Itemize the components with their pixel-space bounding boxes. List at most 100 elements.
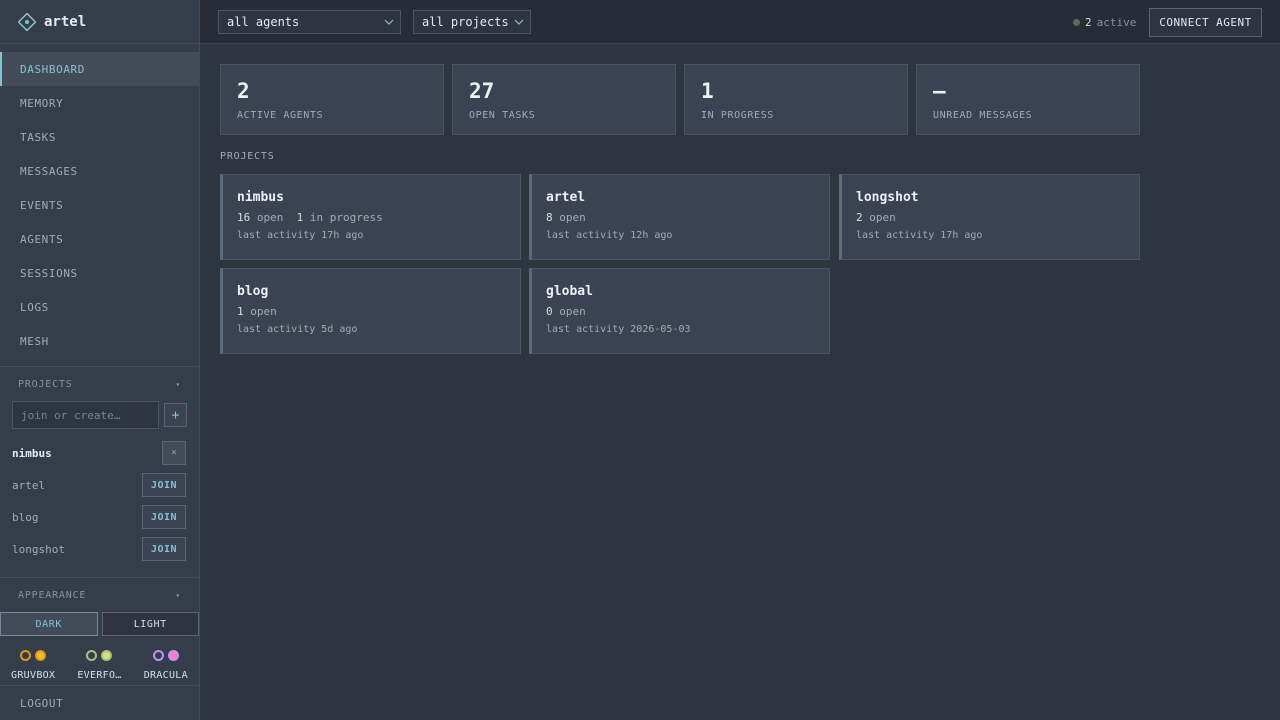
stat-card-open-tasks: 27 OPEN TASKS — [452, 64, 676, 135]
theme-everforest[interactable]: EVERFO… — [69, 650, 129, 681]
swatch-dot — [167, 650, 179, 661]
project-filter-select[interactable]: all projects — [413, 10, 531, 34]
project-card-activity: last activity 17h ago — [237, 230, 364, 241]
stat-label: IN PROGRESS — [701, 110, 774, 121]
project-card-activity: last activity 2026-05-03 — [546, 324, 691, 335]
project-join-input[interactable] — [12, 401, 159, 429]
chevron-down-icon — [514, 19, 524, 25]
appearance-section: APPEARANCE ▾ DARK LIGHT GRUVBOX EVERFO… — [0, 577, 199, 681]
open-count: 16 — [237, 211, 251, 224]
light-mode-button[interactable]: LIGHT — [101, 612, 199, 636]
open-label: open — [256, 211, 284, 224]
project-card-counts: 8 open — [546, 211, 829, 224]
project-card-name: longshot — [856, 190, 919, 205]
theme-dracula[interactable]: DRACULA — [136, 650, 196, 681]
swatch-dot — [20, 650, 32, 661]
swatch-dot — [86, 650, 98, 661]
theme-label: EVERFO… — [77, 670, 122, 681]
theme-label: DRACULA — [143, 670, 188, 681]
appearance-section-header[interactable]: APPEARANCE ▾ — [0, 578, 199, 612]
theme-list: GRUVBOX EVERFO… DRACULA — [0, 636, 199, 681]
mode-toggle: DARK LIGHT — [0, 612, 199, 636]
logout-button[interactable]: LOGOUT — [0, 685, 199, 720]
connect-agent-button[interactable]: CONNECT AGENT — [1149, 8, 1262, 37]
stat-label: UNREAD MESSAGES — [933, 110, 1033, 121]
project-card-name: artel — [546, 190, 586, 205]
active-agents-indicator: 2 active — [1073, 0, 1136, 44]
nav-item-logs[interactable]: LOGS — [0, 290, 199, 324]
project-card-activity: last activity 17h ago — [856, 230, 983, 241]
stat-label: OPEN TASKS — [469, 110, 536, 121]
nav-item-mesh[interactable]: MESH — [0, 324, 199, 358]
project-card-longshot[interactable]: longshot 2 open last activity 17h ago — [839, 174, 1140, 260]
project-card-nimbus[interactable]: nimbus 16 open 1 in progress last activi… — [220, 174, 521, 260]
project-name: artel — [12, 478, 46, 492]
stat-card-unread-messages: — UNREAD MESSAGES — [916, 64, 1140, 135]
stat-value: 27 — [469, 79, 495, 103]
status-dot-icon — [1073, 18, 1080, 26]
projects-section-title: PROJECTS — [18, 378, 73, 390]
main-nav: DASHBOARD MEMORY TASKS MESSAGES EVENTS A… — [0, 44, 199, 358]
swatch-dot — [35, 650, 47, 661]
project-card-counts: 16 open 1 in progress — [237, 211, 520, 224]
leave-project-button[interactable]: × — [162, 441, 186, 465]
topbar: all agents all projects 2 active CONNECT… — [200, 0, 1280, 44]
open-label: open — [250, 305, 277, 318]
projects-section-header[interactable]: PROJECTS ▾ — [0, 367, 199, 401]
project-card-artel[interactable]: artel 8 open last activity 12h ago — [529, 174, 830, 260]
projects-heading: PROJECTS — [220, 151, 275, 162]
project-card-blog[interactable]: blog 1 open last activity 5d ago — [220, 268, 521, 354]
project-card-name: blog — [237, 284, 269, 299]
theme-gruvbox[interactable]: GRUVBOX — [3, 650, 63, 681]
open-label: open — [559, 211, 586, 224]
open-label: open — [559, 305, 586, 318]
nav-item-messages[interactable]: MESSAGES — [0, 154, 199, 188]
nav-item-sessions[interactable]: SESSIONS — [0, 256, 199, 290]
nav-item-agents[interactable]: AGENTS — [0, 222, 199, 256]
nav-item-tasks[interactable]: TASKS — [0, 120, 199, 154]
project-name: longshot — [12, 542, 65, 556]
project-card-counts: 2 open — [856, 211, 1139, 224]
project-card-name: nimbus — [237, 190, 284, 205]
project-card-name: global — [546, 284, 593, 299]
nav-item-memory[interactable]: MEMORY — [0, 86, 199, 120]
theme-label: GRUVBOX — [11, 670, 56, 681]
current-project-name: nimbus — [12, 446, 52, 460]
open-count: 1 — [237, 305, 244, 318]
join-project-button[interactable]: JOIN — [142, 505, 186, 529]
project-card-activity: last activity 5d ago — [237, 324, 358, 335]
project-card-counts: 0 open — [546, 305, 829, 318]
caret-down-icon: ▾ — [175, 590, 181, 600]
caret-down-icon: ▾ — [175, 379, 181, 389]
open-label: open — [869, 211, 896, 224]
projects-section: PROJECTS ▾ + nimbus × artel JOIN blog JO… — [0, 366, 199, 565]
stat-value: — — [933, 79, 946, 103]
appearance-section-title: APPEARANCE — [18, 589, 87, 601]
project-filter-value: all projects — [422, 15, 509, 29]
app-name: artel — [44, 13, 87, 30]
nav-item-events[interactable]: EVENTS — [0, 188, 199, 222]
theme-swatch — [152, 650, 179, 662]
join-project-button[interactable]: JOIN — [142, 473, 186, 497]
join-project-button[interactable]: JOIN — [142, 537, 186, 561]
open-count: 8 — [546, 211, 553, 224]
nav-item-dashboard[interactable]: DASHBOARD — [0, 52, 199, 86]
active-count: 2 — [1085, 15, 1092, 29]
open-count: 0 — [546, 305, 553, 318]
brand[interactable]: artel — [0, 0, 199, 44]
stat-card-in-progress: 1 IN PROGRESS — [684, 64, 908, 135]
project-input-row: + — [0, 401, 199, 429]
project-row: artel JOIN — [0, 469, 199, 501]
stat-label: ACTIVE AGENTS — [237, 110, 324, 121]
project-card-counts: 1 open — [237, 305, 520, 318]
dark-mode-button[interactable]: DARK — [0, 612, 98, 636]
stat-value: 2 — [237, 79, 250, 103]
stat-value: 1 — [701, 79, 714, 103]
add-project-button[interactable]: + — [164, 403, 187, 427]
agent-filter-select[interactable]: all agents — [218, 10, 401, 34]
active-label: active — [1096, 15, 1137, 29]
progress-label: in progress — [309, 211, 383, 224]
project-row-current: nimbus × — [0, 437, 199, 469]
sidebar: artel DASHBOARD MEMORY TASKS MESSAGES EV… — [0, 0, 200, 720]
project-card-global[interactable]: global 0 open last activity 2026-05-03 — [529, 268, 830, 354]
